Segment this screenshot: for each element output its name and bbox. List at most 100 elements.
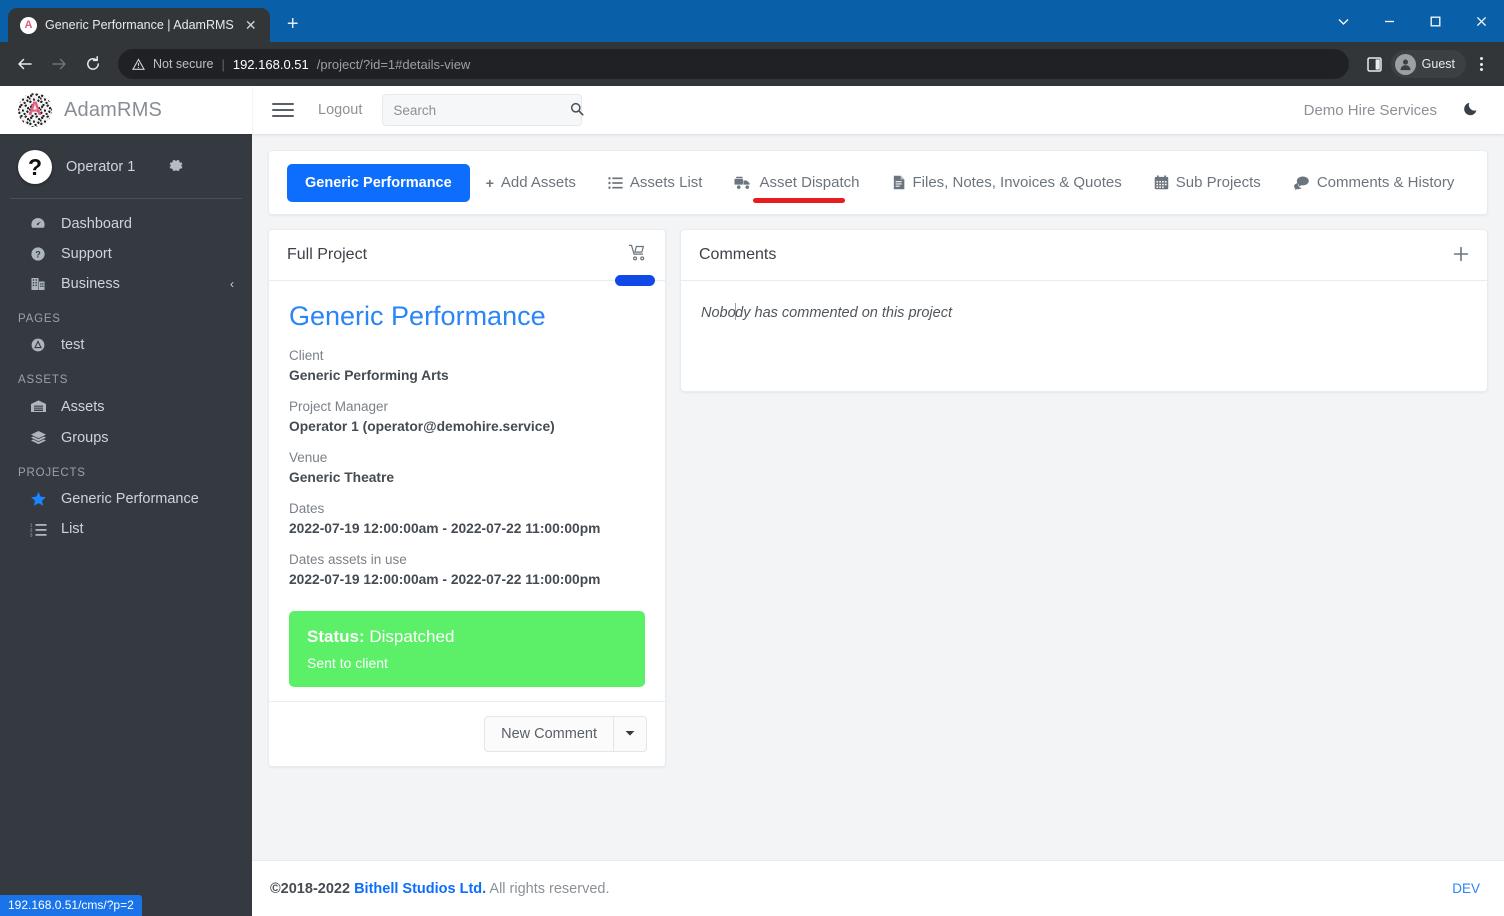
star-icon	[28, 491, 48, 507]
status-value: Dispatched	[369, 627, 454, 646]
sidebar-item-dashboard[interactable]: Dashboard	[0, 209, 252, 239]
field-dates: Dates 2022-07-19 12:00:00am - 2022-07-22…	[289, 499, 645, 540]
sidebar-label: Generic Performance	[61, 491, 199, 507]
window-controls	[1320, 0, 1504, 42]
project-title[interactable]: Generic Performance	[289, 301, 645, 332]
tab-comments-history[interactable]: Comments & History	[1277, 163, 1471, 202]
field-client: Client Generic Performing Arts	[289, 346, 645, 387]
minimize-icon[interactable]	[1366, 0, 1412, 42]
field-label: Dates assets in use	[289, 550, 645, 570]
side-panel-icon[interactable]	[1361, 50, 1389, 78]
address-bar[interactable]: Not secure | 192.168.0.51/project/?id=1#…	[118, 49, 1349, 79]
close-tab-icon[interactable]: ✕	[242, 16, 260, 34]
project-column: Full Project	[268, 229, 666, 767]
annotation-underline-red	[753, 198, 845, 203]
field-label: Client	[289, 346, 645, 366]
org-name[interactable]: Demo Hire Services	[1304, 102, 1437, 119]
empty-text-after: dy has commented on this project	[735, 305, 952, 321]
logout-link[interactable]: Logout	[318, 102, 362, 118]
caret-down-icon[interactable]	[614, 716, 647, 752]
sidebar-label: Support	[61, 246, 112, 262]
sidebar-section-pages: PAGES	[0, 299, 252, 330]
add-comment-icon[interactable]	[1453, 244, 1469, 266]
building-icon	[28, 276, 48, 292]
field-label: Venue	[289, 448, 645, 468]
url-host: 192.168.0.51	[233, 57, 309, 72]
svg-text:3: 3	[30, 532, 33, 537]
browser-toolbar: Not secure | 192.168.0.51/project/?id=1#…	[0, 42, 1504, 86]
brand[interactable]: A AdamRMS	[0, 86, 252, 134]
sidebar-item-generic-performance[interactable]: Generic Performance	[0, 484, 252, 514]
sidebar-item-groups[interactable]: Groups	[0, 422, 252, 453]
search-input[interactable]	[393, 103, 570, 118]
ordered-list-icon: 123	[28, 522, 48, 537]
truck-icon	[734, 176, 752, 190]
new-tab-button[interactable]: +	[278, 9, 308, 39]
topbar: Logout Demo Hire Services	[252, 86, 1504, 134]
security-label: Not secure	[153, 57, 213, 71]
sidebar-item-list[interactable]: 123 List	[0, 514, 252, 544]
new-comment-button[interactable]: New Comment	[484, 716, 614, 752]
toolbar-right: Guest	[1361, 50, 1494, 78]
status-badge: Status: Dispatched Sent to client	[289, 611, 645, 687]
sidebar-item-business[interactable]: Business ‹	[0, 269, 252, 299]
profile-button[interactable]: Guest	[1391, 50, 1466, 78]
project-tabs-row: Generic Performance + Add Assets Assets …	[287, 163, 1469, 202]
tab-add-assets[interactable]: + Add Assets	[470, 163, 592, 202]
status-main: Status: Dispatched	[307, 625, 627, 649]
reload-icon[interactable]	[78, 49, 108, 79]
sidebar-label: List	[61, 521, 84, 537]
sidebar-label: Groups	[61, 430, 109, 446]
sidebar-label: Business	[61, 276, 120, 292]
app-root: A AdamRMS ? Operator 1 Dashboard ? Suppo…	[0, 86, 1504, 916]
warehouse-icon	[28, 398, 48, 415]
field-value: Generic Theatre	[289, 468, 645, 489]
comments-card-header: Comments	[681, 230, 1487, 281]
field-label: Dates	[289, 499, 645, 519]
tab-asset-dispatch[interactable]: Asset Dispatch	[718, 163, 875, 202]
comments-empty-message: Nobody has commented on this project	[701, 303, 1467, 321]
hamburger-icon[interactable]	[272, 103, 294, 117]
moon-icon[interactable]	[1463, 99, 1480, 121]
tab-files-notes-invoices-quotes[interactable]: Files, Notes, Invoices & Quotes	[876, 163, 1138, 202]
sidebar-item-test[interactable]: test	[0, 330, 252, 360]
company-link[interactable]: Bithell Studios Ltd.	[354, 881, 486, 897]
search-box[interactable]	[382, 94, 582, 126]
sidebar-label: test	[61, 337, 84, 353]
tab-generic-performance[interactable]: Generic Performance	[287, 164, 470, 202]
close-window-icon[interactable]	[1458, 0, 1504, 42]
question-circle-icon: ?	[28, 246, 48, 262]
back-icon[interactable]	[10, 49, 40, 79]
maximize-icon[interactable]	[1412, 0, 1458, 42]
cart-flatbed-icon[interactable]	[628, 244, 647, 266]
status-prefix: Status:	[307, 627, 365, 646]
svg-text:?: ?	[35, 250, 41, 260]
comments-column: Comments Nobody has commented on this pr…	[680, 229, 1488, 392]
adamrms-logo-icon: A	[18, 93, 52, 127]
browser-menu-icon[interactable]	[1468, 50, 1494, 78]
field-value: Generic Performing Arts	[289, 366, 645, 387]
gear-icon[interactable]	[169, 158, 184, 177]
new-comment-button-group: New Comment	[484, 716, 647, 752]
search-icon[interactable]	[570, 102, 584, 119]
browser-tab-strip: A Generic Performance | AdamRMS ✕ +	[0, 0, 308, 42]
field-project-manager: Project Manager Operator 1 (operator@dem…	[289, 397, 645, 438]
browser-tab[interactable]: A Generic Performance | AdamRMS ✕	[8, 8, 270, 42]
tab-assets-list[interactable]: Assets List	[592, 163, 719, 202]
comments-icon	[1293, 176, 1310, 190]
sidebar-user[interactable]: ? Operator 1	[0, 134, 252, 198]
env-badge: DEV	[1452, 881, 1480, 896]
field-dates-assets-in-use: Dates assets in use 2022-07-19 12:00:00a…	[289, 550, 645, 591]
forward-icon	[44, 49, 74, 79]
favicon-icon: A	[20, 17, 37, 34]
sidebar-section-assets: ASSETS	[0, 360, 252, 391]
sidebar-item-assets[interactable]: Assets	[0, 391, 252, 422]
tab-sub-projects[interactable]: Sub Projects	[1138, 163, 1277, 202]
comments-card-body: Nobody has commented on this project	[681, 281, 1487, 391]
chevron-left-icon[interactable]: ‹	[230, 277, 234, 291]
field-value: 2022-07-19 12:00:00am - 2022-07-22 11:00…	[289, 570, 645, 591]
sidebar-item-support[interactable]: ? Support	[0, 239, 252, 269]
chevron-down-icon[interactable]	[1320, 0, 1366, 42]
avatar	[1395, 54, 1416, 75]
field-value: 2022-07-19 12:00:00am - 2022-07-22 11:00…	[289, 519, 645, 540]
